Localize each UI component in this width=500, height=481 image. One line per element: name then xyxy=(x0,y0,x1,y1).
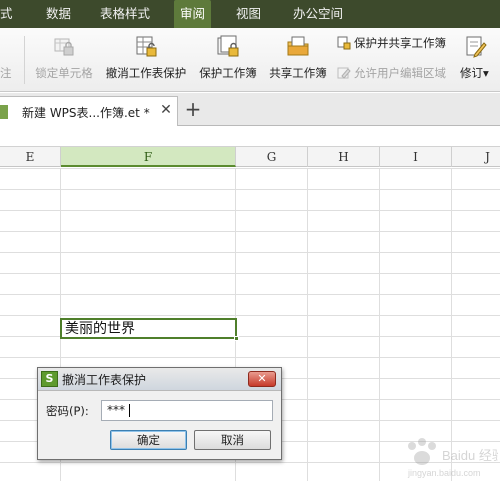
cancel-button[interactable]: 取消 xyxy=(194,430,271,450)
grid-line xyxy=(307,168,308,481)
cell-value: 美丽的世界 xyxy=(65,321,135,337)
grid-line xyxy=(379,168,380,481)
protect-workbook-button[interactable]: 保护工作簿 xyxy=(196,28,260,92)
unprotect-sheet-button[interactable]: 撤消工作表保护 xyxy=(102,28,190,92)
track-changes-button[interactable]: 修订▾ xyxy=(456,28,496,92)
menu-item-data[interactable]: 数据 xyxy=(46,0,71,28)
menu-bar: 式 数据 表格样式 审阅 视图 办公空间 xyxy=(0,0,500,28)
dialog-close-button[interactable]: ✕ xyxy=(248,371,276,387)
protect-share-icon xyxy=(337,36,351,50)
password-label: 密码(P): xyxy=(46,404,89,418)
dialog-title: 撤消工作表保护 xyxy=(62,373,147,387)
allow-edit-icon xyxy=(337,67,351,79)
menu-item-review[interactable]: 审阅 xyxy=(174,0,212,28)
new-tab-button[interactable]: + xyxy=(182,97,204,121)
protect-workbook-icon xyxy=(217,35,239,57)
unprotect-sheet-dialog: S 撤消工作表保护 ✕ 密码(P): *** 确定 取消 xyxy=(37,367,282,460)
watermark-logo: Baidu 经验 jingyan.baidu.com xyxy=(407,438,500,478)
column-header-i[interactable]: I xyxy=(380,147,452,167)
column-header-g[interactable]: G xyxy=(236,147,308,167)
track-changes-text: 修订 xyxy=(460,66,483,80)
share-workbook-button[interactable]: 共享工作簿 xyxy=(266,28,330,92)
watermark: Baidu 经验 jingyan.baidu.com xyxy=(400,432,500,480)
chevron-down-icon: ▾ xyxy=(483,66,489,80)
share-workbook-icon xyxy=(287,36,309,56)
lock-cell-button[interactable]: 锁定单元格 xyxy=(30,28,98,92)
close-icon[interactable]: ✕ xyxy=(158,101,174,119)
unprotect-sheet-icon xyxy=(136,36,157,57)
text-caret xyxy=(129,404,130,417)
formula-area xyxy=(0,127,500,147)
share-workbook-label: 共享工作簿 xyxy=(269,66,327,80)
ok-button[interactable]: 确定 xyxy=(110,430,187,450)
ribbon-separator xyxy=(24,36,25,84)
menu-item-formula[interactable]: 式 xyxy=(0,0,13,28)
track-changes-label: 修订▾ xyxy=(460,65,496,81)
spreadsheet-icon xyxy=(0,105,8,119)
column-header-f[interactable]: F xyxy=(61,147,236,167)
track-changes-icon xyxy=(466,36,487,58)
column-header-h[interactable]: H xyxy=(308,147,380,167)
document-tab-bar: 新建 WPS表...作簿.et * ✕ + xyxy=(0,93,500,126)
wps-spreadsheet-icon: S xyxy=(41,371,58,387)
fill-handle[interactable] xyxy=(234,336,239,341)
dialog-titlebar[interactable]: S 撤消工作表保护 ✕ xyxy=(38,368,281,391)
allow-edit-label: 允许用户编辑区域 xyxy=(354,66,446,80)
password-value: *** xyxy=(107,403,125,417)
menu-item-view[interactable]: 视图 xyxy=(236,0,261,28)
column-header-e[interactable]: E xyxy=(0,147,61,167)
document-tab-title: 新建 WPS表...作簿.et * xyxy=(22,106,150,120)
column-header-j[interactable]: J xyxy=(452,147,500,167)
unprotect-sheet-label: 撤消工作表保护 xyxy=(105,66,187,80)
column-headers: E F G H I J xyxy=(0,147,500,167)
lock-cell-label: 锁定单元格 xyxy=(35,66,93,80)
watermark-subtext: jingyan.baidu.com xyxy=(407,468,481,478)
protect-and-share-button[interactable]: 保护并共享工作簿 xyxy=(337,34,457,52)
document-tab[interactable]: 新建 WPS表...作簿.et * ✕ xyxy=(0,96,178,126)
partial-button-label: 注 xyxy=(0,66,12,80)
watermark-text: Baidu 经验 xyxy=(442,448,498,463)
active-cell[interactable]: 美丽的世界 xyxy=(60,318,239,341)
password-input[interactable]: *** xyxy=(101,400,273,421)
allow-edit-ranges-button[interactable]: 允许用户编辑区域 xyxy=(337,64,457,82)
protect-workbook-label: 保护工作簿 xyxy=(199,66,257,80)
partial-button[interactable]: 注 xyxy=(0,28,16,92)
menu-item-office-space[interactable]: 办公空间 xyxy=(293,0,343,28)
protect-share-label: 保护并共享工作簿 xyxy=(354,36,446,50)
ribbon-toolbar: 注 锁定单元格 撤消工作表保护 保护工作簿 共享工作簿 保护并共享工作簿 允许用… xyxy=(0,28,500,92)
menu-item-table-style[interactable]: 表格样式 xyxy=(100,0,150,28)
lock-cell-icon xyxy=(54,38,74,56)
